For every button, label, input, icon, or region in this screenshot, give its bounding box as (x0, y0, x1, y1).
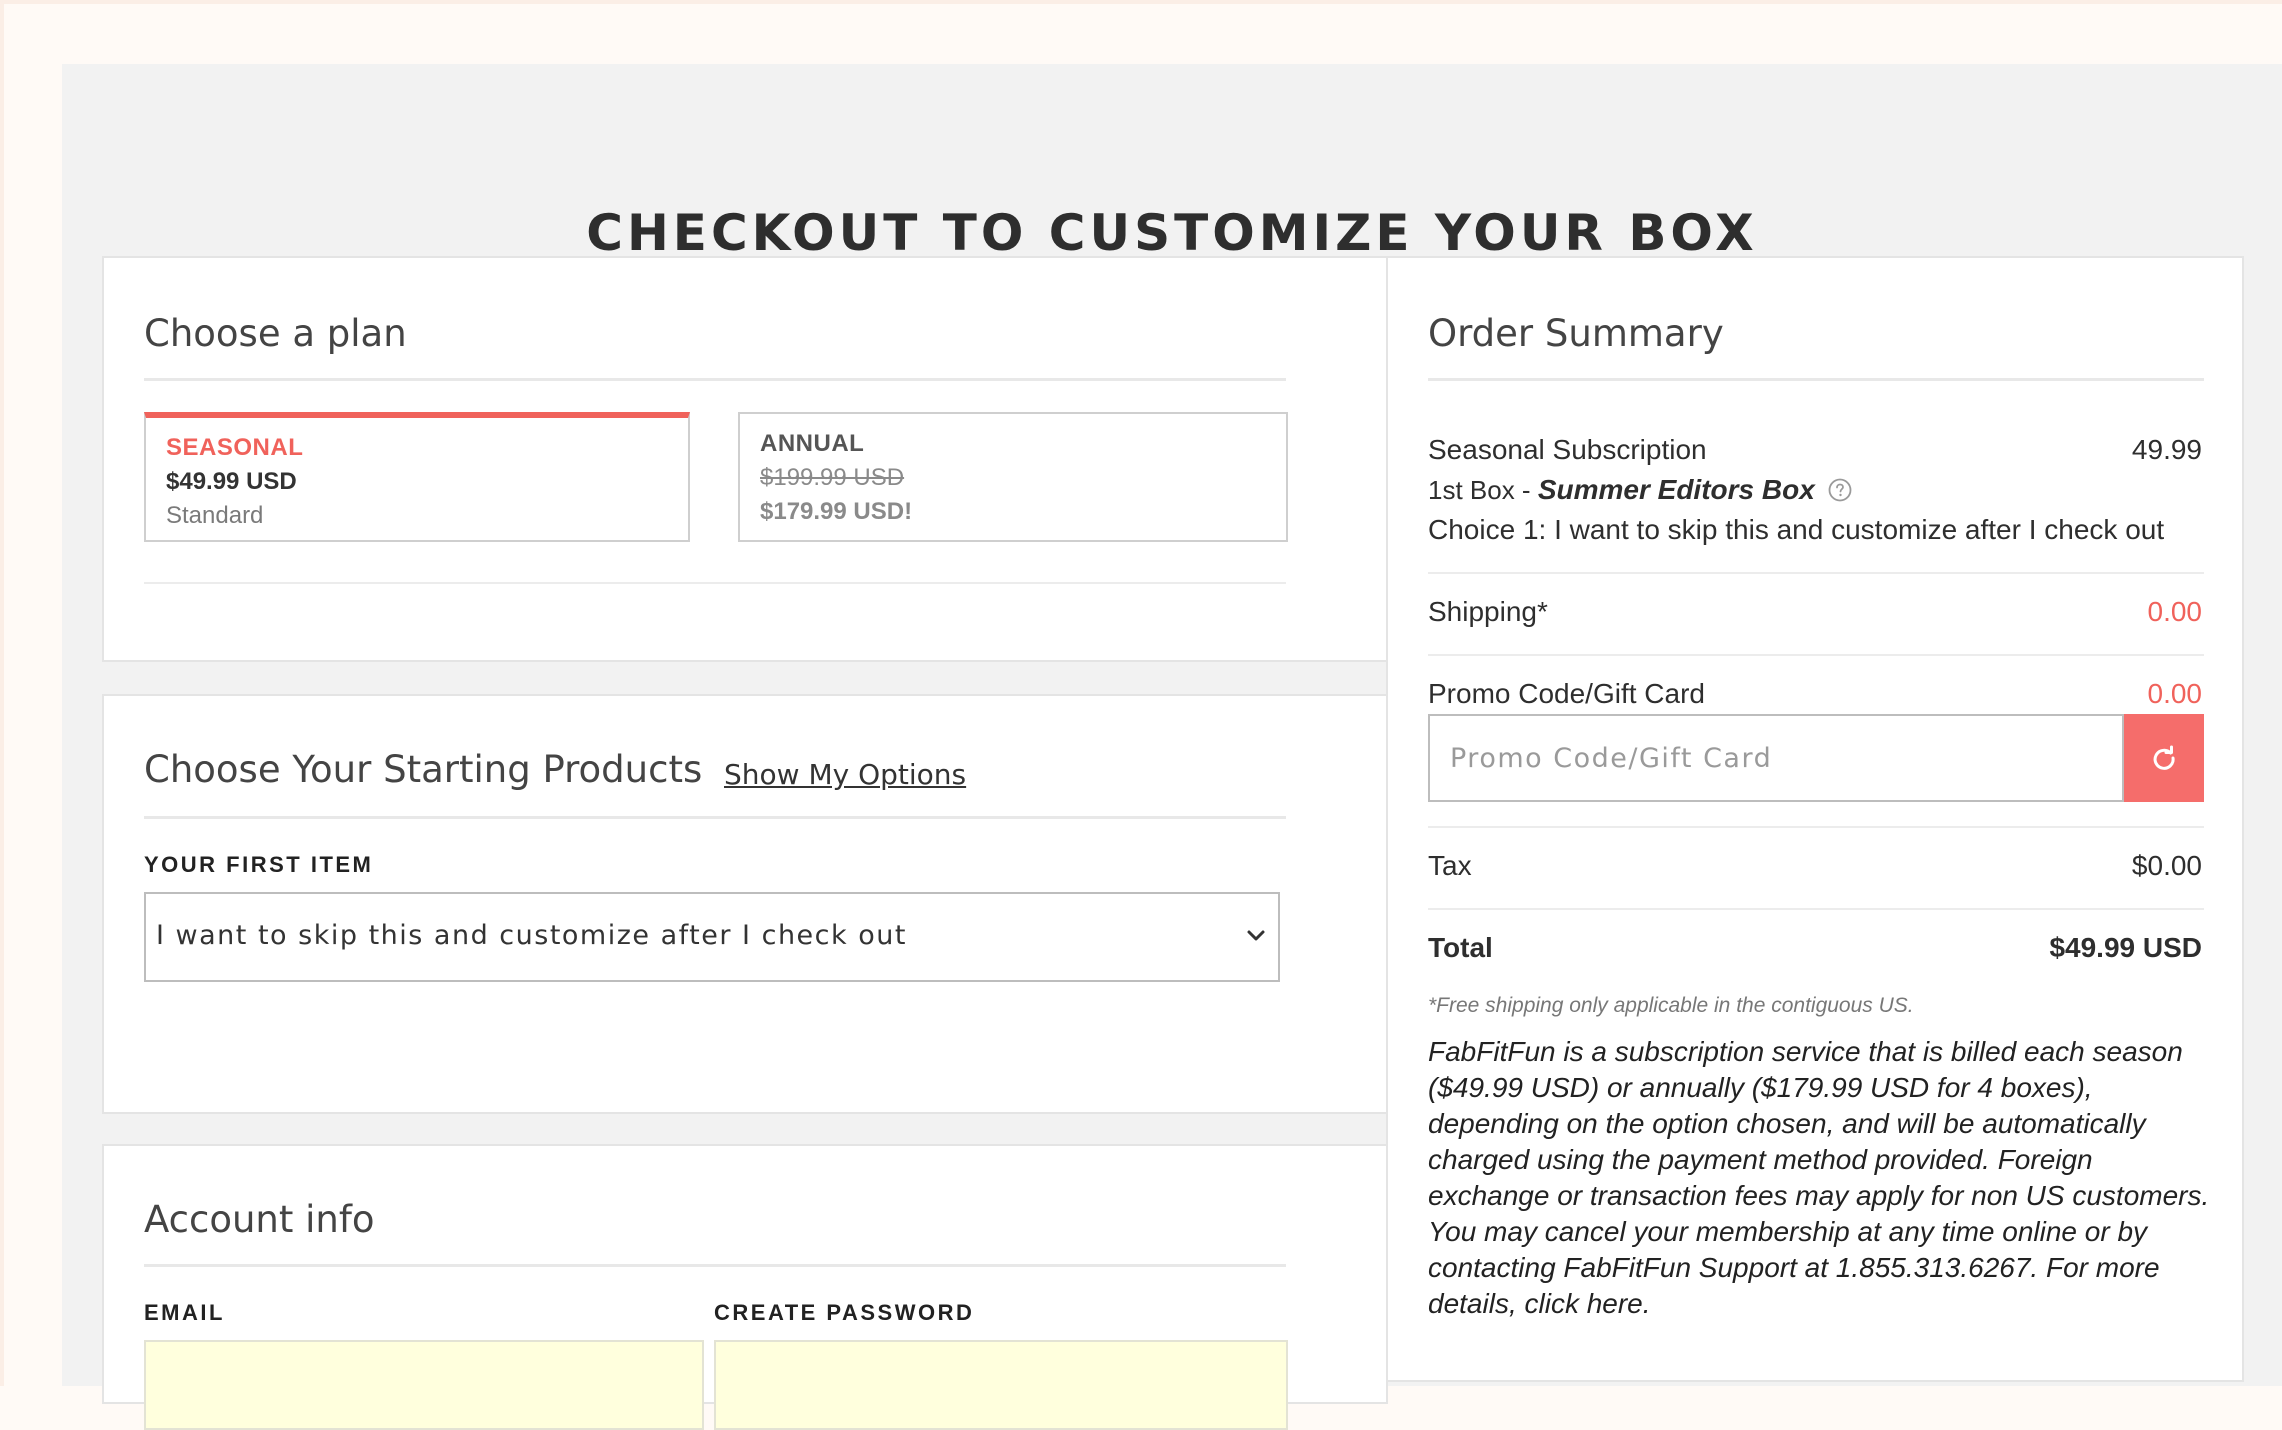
plan-seasonal-price: $49.99 USD (166, 468, 297, 495)
choice-line: Choice 1: I want to skip this and custom… (1428, 514, 2165, 545)
plan-annual-original-price: $199.99 USD (760, 464, 905, 491)
account-heading-divider (144, 1264, 1286, 1267)
tax-value: $0.00 (2131, 850, 2202, 881)
products-heading-divider (144, 816, 1286, 819)
promo-label: Promo Code/Gift Card (1428, 678, 1705, 709)
plan-seasonal-name: SEASONAL (166, 434, 304, 461)
summary-divider-1 (1428, 572, 2204, 574)
subscription-label: Seasonal Subscription (1428, 434, 1707, 465)
summary-heading: Order Summary (1428, 312, 1724, 355)
plan-card: Choose a plan SEASONAL $49.99 USD Standa… (102, 256, 1388, 662)
account-heading: Account info (144, 1198, 375, 1241)
apply-promo-button[interactable] (2124, 714, 2204, 802)
email-label: EMAIL (144, 1300, 225, 1325)
summary-divider-4 (1428, 908, 2204, 910)
shipping-label: Shipping* (1428, 596, 1548, 627)
plan-annual-name: ANNUAL (760, 430, 865, 457)
plan-seasonal-note: Standard (166, 502, 264, 529)
plan-heading: Choose a plan (144, 312, 407, 355)
summary-heading-divider (1428, 378, 2204, 381)
promo-value: 0.00 (2147, 678, 2203, 709)
shipping-note: *Free shipping only applicable in the co… (1428, 994, 1914, 1017)
first-box-prefix: 1st Box - (1428, 475, 1538, 505)
first-item-select[interactable]: I want to skip this and customize after … (144, 892, 1280, 982)
subscription-value: 49.99 (2131, 434, 2202, 465)
shipping-value: 0.00 (2147, 596, 2203, 627)
question-circle-icon[interactable] (1828, 478, 1852, 502)
plan-option-annual[interactable]: ANNUAL $199.99 USD $179.99 USD! (738, 412, 1288, 542)
order-summary-panel: Order Summary Seasonal Subscription 49.9… (1386, 256, 2244, 1382)
products-heading: Choose Your Starting Products (144, 748, 703, 791)
total-label: Total (1428, 932, 1493, 963)
plan-heading-divider (144, 378, 1286, 381)
first-box-name: Summer Editors Box (1537, 474, 1815, 505)
show-my-options-link[interactable]: Show My Options (724, 758, 966, 791)
total-value: $49.99 USD (2049, 932, 2202, 963)
password-field[interactable] (714, 1340, 1288, 1430)
refresh-icon (2153, 745, 2175, 770)
summary-divider-2 (1428, 654, 2204, 656)
first-box-line: 1st Box - Summer Editors Box (1428, 474, 1852, 506)
email-field[interactable] (144, 1340, 704, 1430)
page-title: CHECKOUT TO CUSTOMIZE YOUR BOX (586, 204, 1758, 262)
first-item-select-value: I want to skip this and customize after … (156, 920, 907, 951)
account-card: Account info EMAIL CREATE PASSWORD (102, 1144, 1388, 1430)
subscription-disclaimer: FabFitFun is a subscription service that… (1428, 1036, 2210, 1319)
plan-bottom-divider (144, 582, 1286, 584)
products-card: Choose Your Starting Products Show My Op… (102, 694, 1388, 1114)
chevron-down-icon (1247, 930, 1265, 941)
plan-option-seasonal[interactable]: SEASONAL $49.99 USD Standard (144, 412, 690, 542)
summary-divider-3 (1428, 826, 2204, 828)
first-item-label: YOUR FIRST ITEM (144, 852, 374, 877)
tax-label: Tax (1428, 850, 1472, 881)
promo-code-input[interactable] (1428, 714, 2124, 802)
plan-annual-price: $179.99 USD! (760, 498, 913, 525)
password-label: CREATE PASSWORD (714, 1300, 975, 1325)
